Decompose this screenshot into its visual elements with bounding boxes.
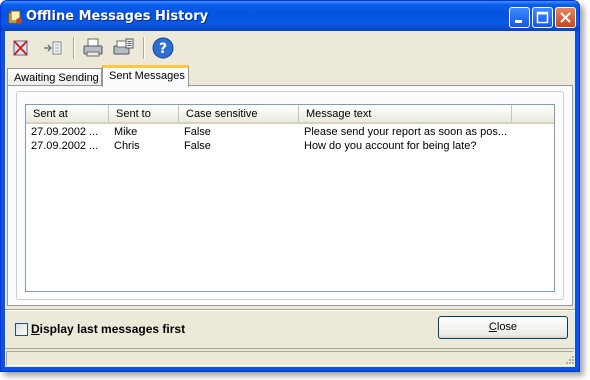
tab-sent-messages[interactable]: Sent Messages — [102, 65, 189, 87]
print-icon[interactable] — [81, 36, 105, 60]
cell-message-text: How do you account for being late? — [304, 140, 477, 152]
column-sent-to[interactable]: Sent to — [109, 105, 179, 122]
cell-sent-to: Chris — [114, 140, 140, 152]
list-header: Sent at Sent to Case sensitive Message t… — [26, 105, 554, 124]
title-bar[interactable]: Offline Messages History — [1, 1, 579, 31]
maximize-button[interactable] — [532, 7, 553, 28]
close-button[interactable]: Close — [438, 316, 568, 339]
status-pane — [6, 351, 574, 366]
status-bar — [5, 348, 575, 367]
offline-messages-window: Offline Messages History ? Awaiting Send… — [0, 0, 580, 372]
delete-icon[interactable] — [9, 36, 33, 60]
resend-icon[interactable] — [41, 36, 65, 60]
messages-groupbox: Sent at Sent to Case sensitive Message t… — [16, 91, 564, 300]
cell-sent-at: 27.09.2002 ... — [31, 126, 99, 138]
minimize-button[interactable] — [509, 7, 530, 28]
window-title: Offline Messages History — [26, 9, 209, 24]
table-row[interactable]: 27.09.2002 ... Mike False Please send yo… — [26, 125, 554, 140]
close-button-label: lose — [496, 321, 518, 333]
print-setup-icon[interactable] — [111, 36, 135, 60]
messages-list[interactable]: Sent at Sent to Case sensitive Message t… — [25, 104, 555, 292]
sent-messages-panel: Sent at Sent to Case sensitive Message t… — [7, 85, 573, 306]
svg-text:?: ? — [159, 41, 167, 57]
window-client: ? Awaiting Sending Sent Messages Sent at… — [5, 31, 575, 367]
toolbar: ? — [5, 31, 575, 64]
footer-divider — [5, 309, 575, 311]
toolbar-separator — [73, 37, 75, 59]
column-message-text[interactable]: Message text — [299, 105, 512, 122]
toolbar-separator — [143, 37, 145, 59]
help-icon[interactable]: ? — [151, 36, 175, 60]
column-case-sensitive[interactable]: Case sensitive — [179, 105, 299, 122]
app-icon — [7, 9, 23, 25]
cell-case-sensitive: False — [184, 126, 211, 138]
display-last-first-label[interactable]: Display last messages first — [31, 322, 185, 336]
cell-sent-at: 27.09.2002 ... — [31, 140, 99, 152]
cell-sent-to: Mike — [114, 126, 138, 138]
cell-message-text: Please send your report as soon as pos..… — [304, 126, 508, 138]
resize-grip-icon[interactable] — [563, 355, 575, 367]
cell-case-sensitive: False — [184, 140, 211, 152]
column-sent-at[interactable]: Sent at — [26, 105, 109, 122]
table-row[interactable]: 27.09.2002 ... Chris False How do you ac… — [26, 139, 554, 154]
display-last-first-checkbox[interactable] — [15, 323, 28, 336]
display-last-first-label-rest: isplay last messages first — [39, 322, 186, 336]
close-window-button[interactable] — [555, 7, 576, 28]
